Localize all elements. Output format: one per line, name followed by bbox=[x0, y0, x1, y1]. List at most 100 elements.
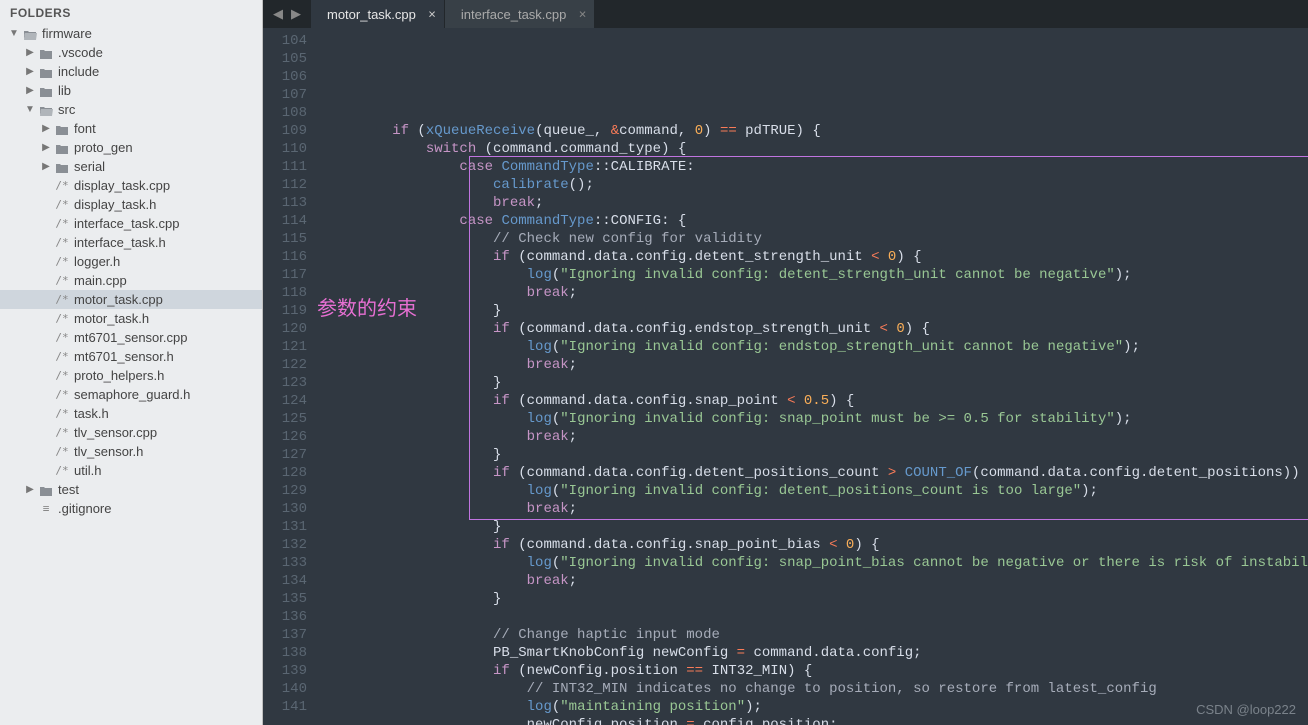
tree-label: tlv_sensor.cpp bbox=[74, 425, 157, 440]
tree-label: src bbox=[58, 102, 75, 117]
file-icon: /* bbox=[54, 217, 70, 230]
app-root: FOLDERS ▼firmware▶.vscode▶include▶lib▼sr… bbox=[0, 0, 1308, 725]
line-number: 116 bbox=[263, 248, 307, 266]
editor-tab[interactable]: motor_task.cpp× bbox=[311, 0, 445, 28]
code-line: case CommandType::CONFIG: { bbox=[325, 212, 1308, 230]
close-icon[interactable]: × bbox=[579, 7, 587, 22]
folder-row[interactable]: ▶proto_gen bbox=[0, 138, 262, 157]
line-number: 128 bbox=[263, 464, 307, 482]
folder-icon bbox=[22, 26, 38, 41]
line-number: 110 bbox=[263, 140, 307, 158]
close-icon[interactable]: × bbox=[428, 7, 436, 22]
line-number: 125 bbox=[263, 410, 307, 428]
file-row[interactable]: /*interface_task.h bbox=[0, 233, 262, 252]
chevron-right-icon[interactable]: ▶ bbox=[40, 161, 52, 172]
code-line: if (xQueueReceive(queue_, &command, 0) =… bbox=[325, 122, 1308, 140]
chevron-right-icon[interactable]: ▶ bbox=[24, 47, 36, 58]
line-number: 135 bbox=[263, 590, 307, 608]
chevron-down-icon[interactable]: ▼ bbox=[8, 28, 20, 39]
tree-label: tlv_sensor.h bbox=[74, 444, 143, 459]
editor-tab[interactable]: interface_task.cpp× bbox=[445, 0, 596, 28]
tree-label: display_task.cpp bbox=[74, 178, 170, 193]
line-number: 127 bbox=[263, 446, 307, 464]
file-icon: /* bbox=[54, 198, 70, 211]
file-row[interactable]: /*mt6701_sensor.h bbox=[0, 347, 262, 366]
code-content[interactable]: 参数的约束 CSDN @loop222 if (xQueueReceive(qu… bbox=[317, 28, 1308, 725]
tree-label: mt6701_sensor.cpp bbox=[74, 330, 187, 345]
tree-label: display_task.h bbox=[74, 197, 156, 212]
tab-next-icon[interactable]: ▶ bbox=[287, 6, 305, 22]
chevron-right-icon[interactable]: ▶ bbox=[40, 123, 52, 134]
folder-row[interactable]: ▶font bbox=[0, 119, 262, 138]
line-number: 105 bbox=[263, 50, 307, 68]
line-number: 117 bbox=[263, 266, 307, 284]
file-icon: /* bbox=[54, 312, 70, 325]
chevron-down-icon[interactable]: ▼ bbox=[24, 104, 36, 115]
file-row[interactable]: /* proto_helpers.h bbox=[0, 366, 262, 385]
code-line: } bbox=[325, 518, 1308, 536]
file-icon: /* bbox=[54, 179, 70, 192]
tree-label: proto_helpers.h bbox=[74, 368, 164, 383]
tree-label: firmware bbox=[42, 26, 92, 41]
folder-row[interactable]: ▶include bbox=[0, 62, 262, 81]
watermark: CSDN @loop222 bbox=[1196, 701, 1296, 719]
file-icon: /* bbox=[54, 293, 70, 306]
folder-row[interactable]: ▶test bbox=[0, 480, 262, 499]
file-row[interactable]: /*motor_task.h bbox=[0, 309, 262, 328]
tree-label: motor_task.cpp bbox=[74, 292, 163, 307]
file-row[interactable]: /*logger.h bbox=[0, 252, 262, 271]
code-line: newConfig.position = config.position; bbox=[325, 716, 1308, 725]
tree-label: interface_task.cpp bbox=[74, 216, 180, 231]
code-line: log("Ignoring invalid config: snap_point… bbox=[325, 410, 1308, 428]
code-line: log("Ignoring invalid config: detent_pos… bbox=[325, 482, 1308, 500]
file-icon: /* bbox=[54, 369, 70, 382]
file-row[interactable]: /* display_task.h bbox=[0, 195, 262, 214]
file-row[interactable]: /* motor_task.cpp bbox=[0, 290, 262, 309]
file-icon: /* bbox=[54, 236, 70, 249]
chevron-right-icon[interactable]: ▶ bbox=[40, 142, 52, 153]
file-icon: ≡ bbox=[38, 502, 54, 515]
code-line: log("Ignoring invalid config: detent_str… bbox=[325, 266, 1308, 284]
chevron-right-icon[interactable]: ▶ bbox=[24, 66, 36, 77]
editor-area: ◀ ▶ motor_task.cpp×interface_task.cpp× 1… bbox=[263, 0, 1308, 725]
code-line: } bbox=[325, 446, 1308, 464]
file-row[interactable]: /* display_task.cpp bbox=[0, 176, 262, 195]
line-number: 132 bbox=[263, 536, 307, 554]
file-row[interactable]: /* interface_task.cpp bbox=[0, 214, 262, 233]
code-line: } bbox=[325, 302, 1308, 320]
code-line: log("Ignoring invalid config: snap_point… bbox=[325, 554, 1308, 572]
code-line: } bbox=[325, 590, 1308, 608]
file-row[interactable]: /*main.cpp bbox=[0, 271, 262, 290]
code-line: PB_SmartKnobConfig newConfig = command.d… bbox=[325, 644, 1308, 662]
tree-label: lib bbox=[58, 83, 71, 98]
code-line: } bbox=[325, 374, 1308, 392]
folder-row[interactable]: ▼ firmware bbox=[0, 24, 262, 43]
code-line: if (command.data.config.endstop_strength… bbox=[325, 320, 1308, 338]
tab-prev-icon[interactable]: ◀ bbox=[269, 6, 287, 22]
line-number: 131 bbox=[263, 518, 307, 536]
code-editor[interactable]: 1041051061071081091101111121131141151161… bbox=[263, 28, 1308, 725]
line-number: 120 bbox=[263, 320, 307, 338]
file-row[interactable]: ≡.gitignore bbox=[0, 499, 262, 518]
folder-row[interactable]: ▼ src bbox=[0, 100, 262, 119]
code-line: break; bbox=[325, 356, 1308, 374]
file-row[interactable]: /*util.h bbox=[0, 461, 262, 480]
file-icon: /* bbox=[54, 274, 70, 287]
folder-icon bbox=[54, 121, 70, 136]
folder-row[interactable]: ▶ serial bbox=[0, 157, 262, 176]
folder-row[interactable]: ▶ lib bbox=[0, 81, 262, 100]
tree-label: serial bbox=[74, 159, 105, 174]
code-line: break; bbox=[325, 428, 1308, 446]
line-number: 112 bbox=[263, 176, 307, 194]
file-icon: /* bbox=[54, 426, 70, 439]
file-row[interactable]: /*semaphore_guard.h bbox=[0, 385, 262, 404]
file-row[interactable]: /*tlv_sensor.h bbox=[0, 442, 262, 461]
file-row[interactable]: /*mt6701_sensor.cpp bbox=[0, 328, 262, 347]
file-row[interactable]: /* tlv_sensor.cpp bbox=[0, 423, 262, 442]
line-number: 113 bbox=[263, 194, 307, 212]
line-number: 123 bbox=[263, 374, 307, 392]
chevron-right-icon[interactable]: ▶ bbox=[24, 484, 36, 495]
folder-row[interactable]: ▶.vscode bbox=[0, 43, 262, 62]
chevron-right-icon[interactable]: ▶ bbox=[24, 85, 36, 96]
file-row[interactable]: /*task.h bbox=[0, 404, 262, 423]
